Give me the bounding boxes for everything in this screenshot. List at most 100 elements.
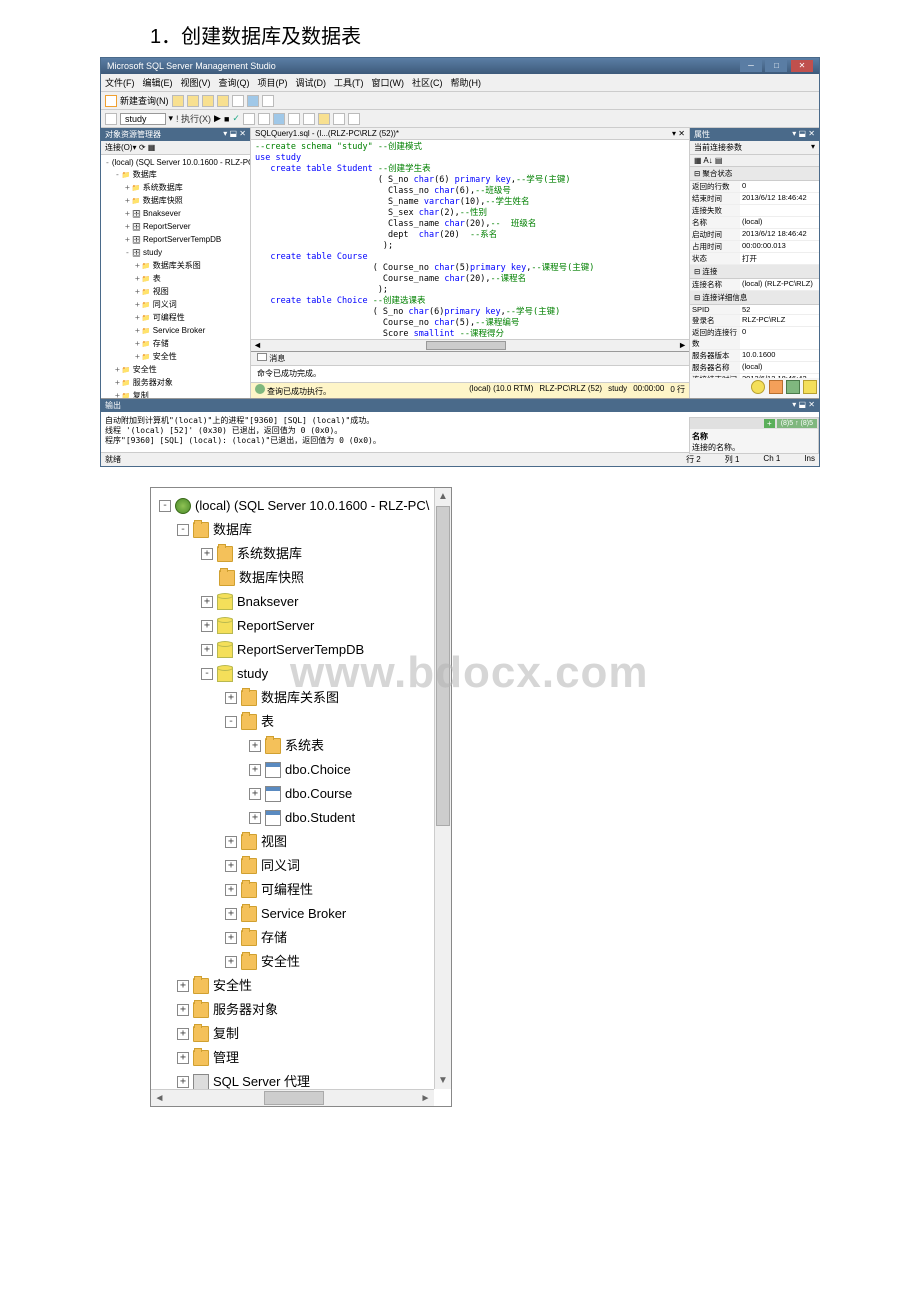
menu-item[interactable]: 工具(T) bbox=[334, 78, 364, 88]
expand-icon[interactable]: - bbox=[159, 500, 171, 512]
open-icon[interactable] bbox=[172, 95, 184, 107]
tree-item[interactable]: -study bbox=[155, 662, 447, 686]
tree-item[interactable]: +ReportServer bbox=[155, 614, 447, 638]
panel-pin-icon[interactable]: ▾ ⬓ ✕ bbox=[223, 129, 246, 140]
sql-editor[interactable]: --create schema "study" --创建模式use study … bbox=[251, 140, 689, 339]
tree-item[interactable]: +服务器对象 bbox=[155, 998, 447, 1022]
menu-item[interactable]: 项目(P) bbox=[258, 78, 288, 88]
panel-pin2-icon[interactable]: ▾ ⬓ ✕ bbox=[792, 129, 815, 140]
expand-icon[interactable]: + bbox=[225, 860, 237, 872]
tree-item[interactable]: +存储 bbox=[155, 926, 447, 950]
close-button[interactable]: ✕ bbox=[791, 60, 813, 72]
expand-icon[interactable]: - bbox=[225, 716, 237, 728]
scroll-left2-icon[interactable]: ◄ bbox=[151, 1090, 168, 1106]
menu-item[interactable]: 窗口(W) bbox=[372, 78, 405, 88]
tree-item[interactable]: +管理 bbox=[155, 1046, 447, 1070]
vscroll[interactable]: ▲ ▼ bbox=[434, 488, 451, 1089]
tree-item[interactable]: +📁 数据库关系图 bbox=[103, 260, 248, 273]
props-dropdown-icon[interactable]: ▾ bbox=[811, 142, 815, 151]
tree-item[interactable]: +安全性 bbox=[155, 950, 447, 974]
new-query-label[interactable]: 新建查询(N) bbox=[120, 94, 169, 107]
scroll-right2-icon[interactable]: ► bbox=[417, 1090, 434, 1106]
tree-item[interactable]: -🗄 study bbox=[103, 247, 248, 260]
new-query-icon[interactable] bbox=[105, 95, 117, 107]
expand-icon[interactable]: + bbox=[249, 740, 261, 752]
expand-icon[interactable]: + bbox=[225, 692, 237, 704]
tab-close-icon[interactable]: ▾ ✕ bbox=[672, 129, 685, 138]
expand-icon[interactable]: + bbox=[249, 788, 261, 800]
toolbar-sql[interactable]: study ▾ ! 执行(X) ▶ ■ ✓ bbox=[101, 110, 819, 128]
t7-icon[interactable] bbox=[333, 113, 345, 125]
expand-icon[interactable]: + bbox=[225, 932, 237, 944]
tree-item[interactable]: +📁 表 bbox=[103, 273, 248, 286]
refresh-icon[interactable]: ⟳ bbox=[139, 143, 146, 152]
prop-icon-3[interactable] bbox=[786, 380, 800, 394]
categorized-icon[interactable]: ▦ bbox=[694, 156, 702, 165]
scroll-left-icon[interactable]: ◄ bbox=[253, 340, 262, 350]
connect-button[interactable]: 连接(O)▾ bbox=[105, 143, 137, 152]
tree-item[interactable]: +📁 Service Broker bbox=[103, 325, 248, 338]
expand-icon[interactable]: + bbox=[225, 884, 237, 896]
folder3-icon[interactable] bbox=[217, 95, 229, 107]
tree-item[interactable]: +📁 系统数据库 bbox=[103, 182, 248, 195]
tree-item[interactable]: +📁 安全性 bbox=[103, 364, 248, 377]
menu-item[interactable]: 编辑(E) bbox=[143, 78, 173, 88]
add-conn-icon[interactable]: + bbox=[764, 419, 775, 428]
tree-item[interactable]: +dbo.Choice bbox=[155, 758, 447, 782]
scroll-thumb[interactable] bbox=[426, 341, 506, 350]
prop-icon-2[interactable] bbox=[769, 380, 783, 394]
alphabetical-icon[interactable]: A↓ bbox=[703, 156, 712, 165]
stop-icon[interactable]: ■ bbox=[224, 114, 229, 124]
tree-item[interactable]: +📁 安全性 bbox=[103, 351, 248, 364]
menu-item[interactable]: 帮助(H) bbox=[451, 78, 482, 88]
expand-icon[interactable]: - bbox=[201, 668, 213, 680]
minimize-button[interactable]: ─ bbox=[740, 60, 762, 72]
editor-tabs[interactable]: SQLQuery1.sql - (l...(RLZ-PC\RLZ (52))* … bbox=[251, 128, 689, 140]
expand-icon[interactable]: + bbox=[177, 1076, 189, 1088]
large-tree[interactable]: -(local) (SQL Server 10.0.1600 - RLZ-PC\… bbox=[151, 488, 451, 1100]
tree-item[interactable]: +系统表 bbox=[155, 734, 447, 758]
messages-tab[interactable]: 消息 bbox=[251, 352, 689, 366]
prop-group-header[interactable]: ⊟ 连接详细信息 bbox=[690, 291, 819, 305]
tree-item[interactable]: +📁 存储 bbox=[103, 338, 248, 351]
debug-icon[interactable]: ▶ bbox=[214, 113, 221, 124]
expand-icon[interactable]: + bbox=[225, 836, 237, 848]
scroll-up-icon[interactable]: ▲ bbox=[435, 488, 451, 505]
hscroll[interactable]: ◄ ► bbox=[151, 1089, 434, 1106]
expand-icon[interactable]: + bbox=[249, 764, 261, 776]
expand-icon[interactable]: - bbox=[177, 524, 189, 536]
execute-button[interactable]: ! 执行(X) bbox=[176, 112, 211, 125]
tree-item[interactable]: +系统数据库 bbox=[155, 542, 447, 566]
menu-item[interactable]: 文件(F) bbox=[105, 78, 135, 88]
tree-item[interactable]: 数据库快照 bbox=[155, 566, 447, 590]
obj-explorer-toolbar[interactable]: 连接(O)▾ ⟳ ▦ bbox=[101, 141, 250, 155]
expand-icon[interactable]: + bbox=[201, 596, 213, 608]
expand-icon[interactable]: + bbox=[201, 644, 213, 656]
tree-item[interactable]: +🗄 Bnaksever bbox=[103, 208, 248, 221]
scroll-down-icon[interactable]: ▼ bbox=[435, 1072, 451, 1089]
t8-icon[interactable] bbox=[348, 113, 360, 125]
tree-item[interactable]: -📁 数据库 bbox=[103, 169, 248, 182]
vscroll-thumb[interactable] bbox=[436, 506, 450, 826]
tree-item[interactable]: +📁 可编程性 bbox=[103, 312, 248, 325]
tree-item[interactable]: +可编程性 bbox=[155, 878, 447, 902]
scroll-right-icon[interactable]: ► bbox=[678, 340, 687, 350]
tree-item[interactable]: +📁 服务器对象 bbox=[103, 377, 248, 390]
prop-group-header[interactable]: ⊟ 聚合状态 bbox=[690, 167, 819, 181]
toolbar-main[interactable]: 新建查询(N) bbox=[101, 92, 819, 110]
tree-item[interactable]: -表 bbox=[155, 710, 447, 734]
props-view-toolbar[interactable]: ▦ A↓ ▤ bbox=[690, 155, 819, 167]
t6-icon[interactable] bbox=[318, 113, 330, 125]
menu-item[interactable]: 调试(D) bbox=[296, 78, 327, 88]
expand-icon[interactable]: + bbox=[177, 1052, 189, 1064]
tree-item[interactable]: +dbo.Student bbox=[155, 806, 447, 830]
tree-item[interactable]: +ReportServerTempDB bbox=[155, 638, 447, 662]
tree-item[interactable]: +📁 复制 bbox=[103, 390, 248, 398]
t4-icon[interactable] bbox=[288, 113, 300, 125]
folder-icon[interactable] bbox=[187, 95, 199, 107]
prop-group-header[interactable]: ⊟ 连接 bbox=[690, 265, 819, 279]
tree-item[interactable]: +📁 视图 bbox=[103, 286, 248, 299]
tree-item[interactable]: +数据库关系图 bbox=[155, 686, 447, 710]
tree-item[interactable]: +视图 bbox=[155, 830, 447, 854]
tree-item[interactable]: -(local) (SQL Server 10.0.1600 - RLZ-PC\ bbox=[155, 494, 447, 518]
